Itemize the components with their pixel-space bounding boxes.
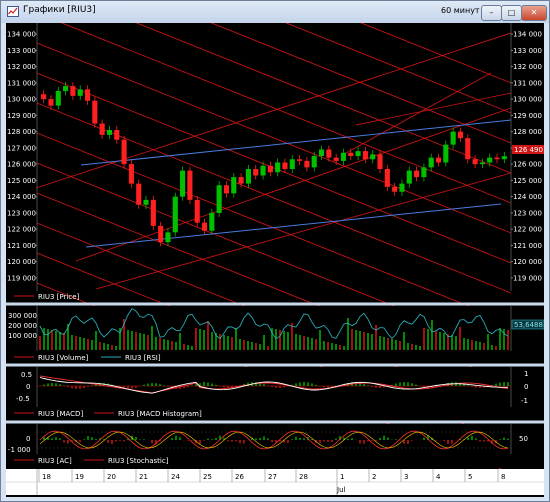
rsi-value: 53,6488 [514,321,543,329]
macd-panel: 0.5 0 -0.5 1 0 -1 RIU3 [MACD] RIU3 [MACD… [6,367,544,421]
price-tick-left: 133 000 [7,47,36,55]
price-tick-right: 131 000 [513,79,542,87]
price-tick-right: 133 000 [513,47,542,55]
rsi-legend: RIU3 [RSI] [125,354,161,362]
date-label: 25 [203,473,212,481]
price-tick-left: 130 000 [7,96,36,104]
volume-rsi-panel: 300 000 200 000 100 000 53,6488 RIU3 [Vo… [6,306,544,364]
volume-tick-100k: 100 000 [8,332,37,340]
maximize-button[interactable]: □ [501,5,522,21]
macd-tick-right-1: 1 [524,370,528,378]
month-label: Jul [336,486,346,494]
date-label: 2 [372,473,376,481]
candle [187,166,193,204]
price-tick-left: 134 000 [7,31,36,39]
candle [194,195,200,227]
chart-window: Графики [RIU3] 60 минут – □ ✕ 134 000 13… [0,0,550,502]
stochastic-legend: RIU3 [Stochastic] [108,457,169,465]
date-label: 24 [171,473,180,481]
price-tick-right: 124 000 [513,193,542,201]
timeframe-label: 60 минут [441,6,480,15]
date-label: 5 [468,473,472,481]
date-label: 21 [139,473,148,481]
volume-tick-200k: 200 000 [8,322,37,330]
date-label: 26 [235,473,244,481]
macd-legend: RIU3 [MACD] [38,410,83,418]
price-tick-right: 122 000 [513,226,542,234]
price-tick-right: 126 000 [513,161,542,169]
price-tick-right: 125 000 [513,177,542,185]
price-tick-left: 123 000 [7,209,36,217]
macd-tick-right--1: -1 [521,397,528,405]
price-tick-left: 119 000 [7,274,36,282]
price-tick-right: 130 000 [513,96,542,104]
price-tick-right: 119 000 [513,274,542,282]
ac-legend: RIU3 [AC] [38,457,72,465]
minimize-button[interactable]: – [481,5,502,21]
chart-app-icon [7,6,19,17]
price-tick-right: 123 000 [513,209,542,217]
date-label: 27 [268,473,277,481]
price-tick-left: 126 000 [7,161,36,169]
volume-tick-300k: 300 000 [8,312,37,320]
macd-tick-left-0: 0 [26,383,30,391]
date-axis: 18 19 20 21 24 25 26 27 28 1 2 3 4 5 8 Jul [6,469,544,495]
price-tick-right: 134 000 [513,31,542,39]
date-label: 8 [501,473,505,481]
price-tick-left: 121 000 [7,242,36,250]
candle [121,135,127,169]
candle [180,166,186,201]
ac-tick--1000: -1 000 [8,446,31,454]
price-tick-left: 131 000 [7,79,36,87]
candle [172,192,178,237]
date-label: 1 [340,473,344,481]
date-label: 18 [42,473,51,481]
stoch-tick-50: 50 [519,435,528,443]
price-tick-left: 124 000 [7,193,36,201]
candle [92,96,98,128]
date-label: 3 [404,473,408,481]
ac-stochastic-panel: 0 -1 000 50 RIU3 [AC] RIU3 [Stochastic] [6,424,544,468]
price-tick-left: 122 000 [7,226,36,234]
macd-tick-left--0.5: -0.5 [16,395,30,403]
price-tick-left: 128 000 [7,128,36,136]
candle [216,181,222,217]
chart-canvas[interactable]: 134 000133 000132 000131 000130 000129 0… [6,23,544,497]
volume-legend: RIU3 [Volume] [38,354,88,362]
date-label: 20 [107,473,116,481]
candle [150,195,156,230]
price-tick-right: 120 000 [513,258,542,266]
ac-tick-0: 0 [26,435,30,443]
price-tick-left: 125 000 [7,177,36,185]
close-button[interactable]: ✕ [521,5,547,21]
price-tick-left: 120 000 [7,258,36,266]
price-tick-left: 132 000 [7,63,36,71]
date-label: 19 [75,473,84,481]
price-tick-right: 128 000 [513,128,542,136]
price-tick-left: 129 000 [7,112,36,120]
price-tick-right: 132 000 [513,63,542,71]
date-label: 28 [299,473,308,481]
macd-tick-right-0: 0 [524,383,528,391]
window-title: Графики [RIU3] [23,5,96,15]
price-tick-right: 129 000 [513,112,542,120]
price-tick-right: 121 000 [513,242,542,250]
date-label: 4 [436,473,441,481]
macd-histogram-legend: RIU3 [MACD Histogram] [118,410,202,418]
current-price-value: 126 490 [514,146,543,154]
chart-area[interactable]: 134 000 133 000 132 000 131 000 130 000 129 0… [6,23,544,497]
candle [136,179,142,209]
price-tick-left: 127 000 [7,144,36,152]
candle [465,134,471,164]
candle [128,160,134,188]
macd-tick-left-0.5: 0.5 [21,371,32,379]
price-legend: RIU3 [Price] [38,293,80,301]
title-bar[interactable]: Графики [RIU3] 60 минут – □ ✕ [1,1,549,23]
